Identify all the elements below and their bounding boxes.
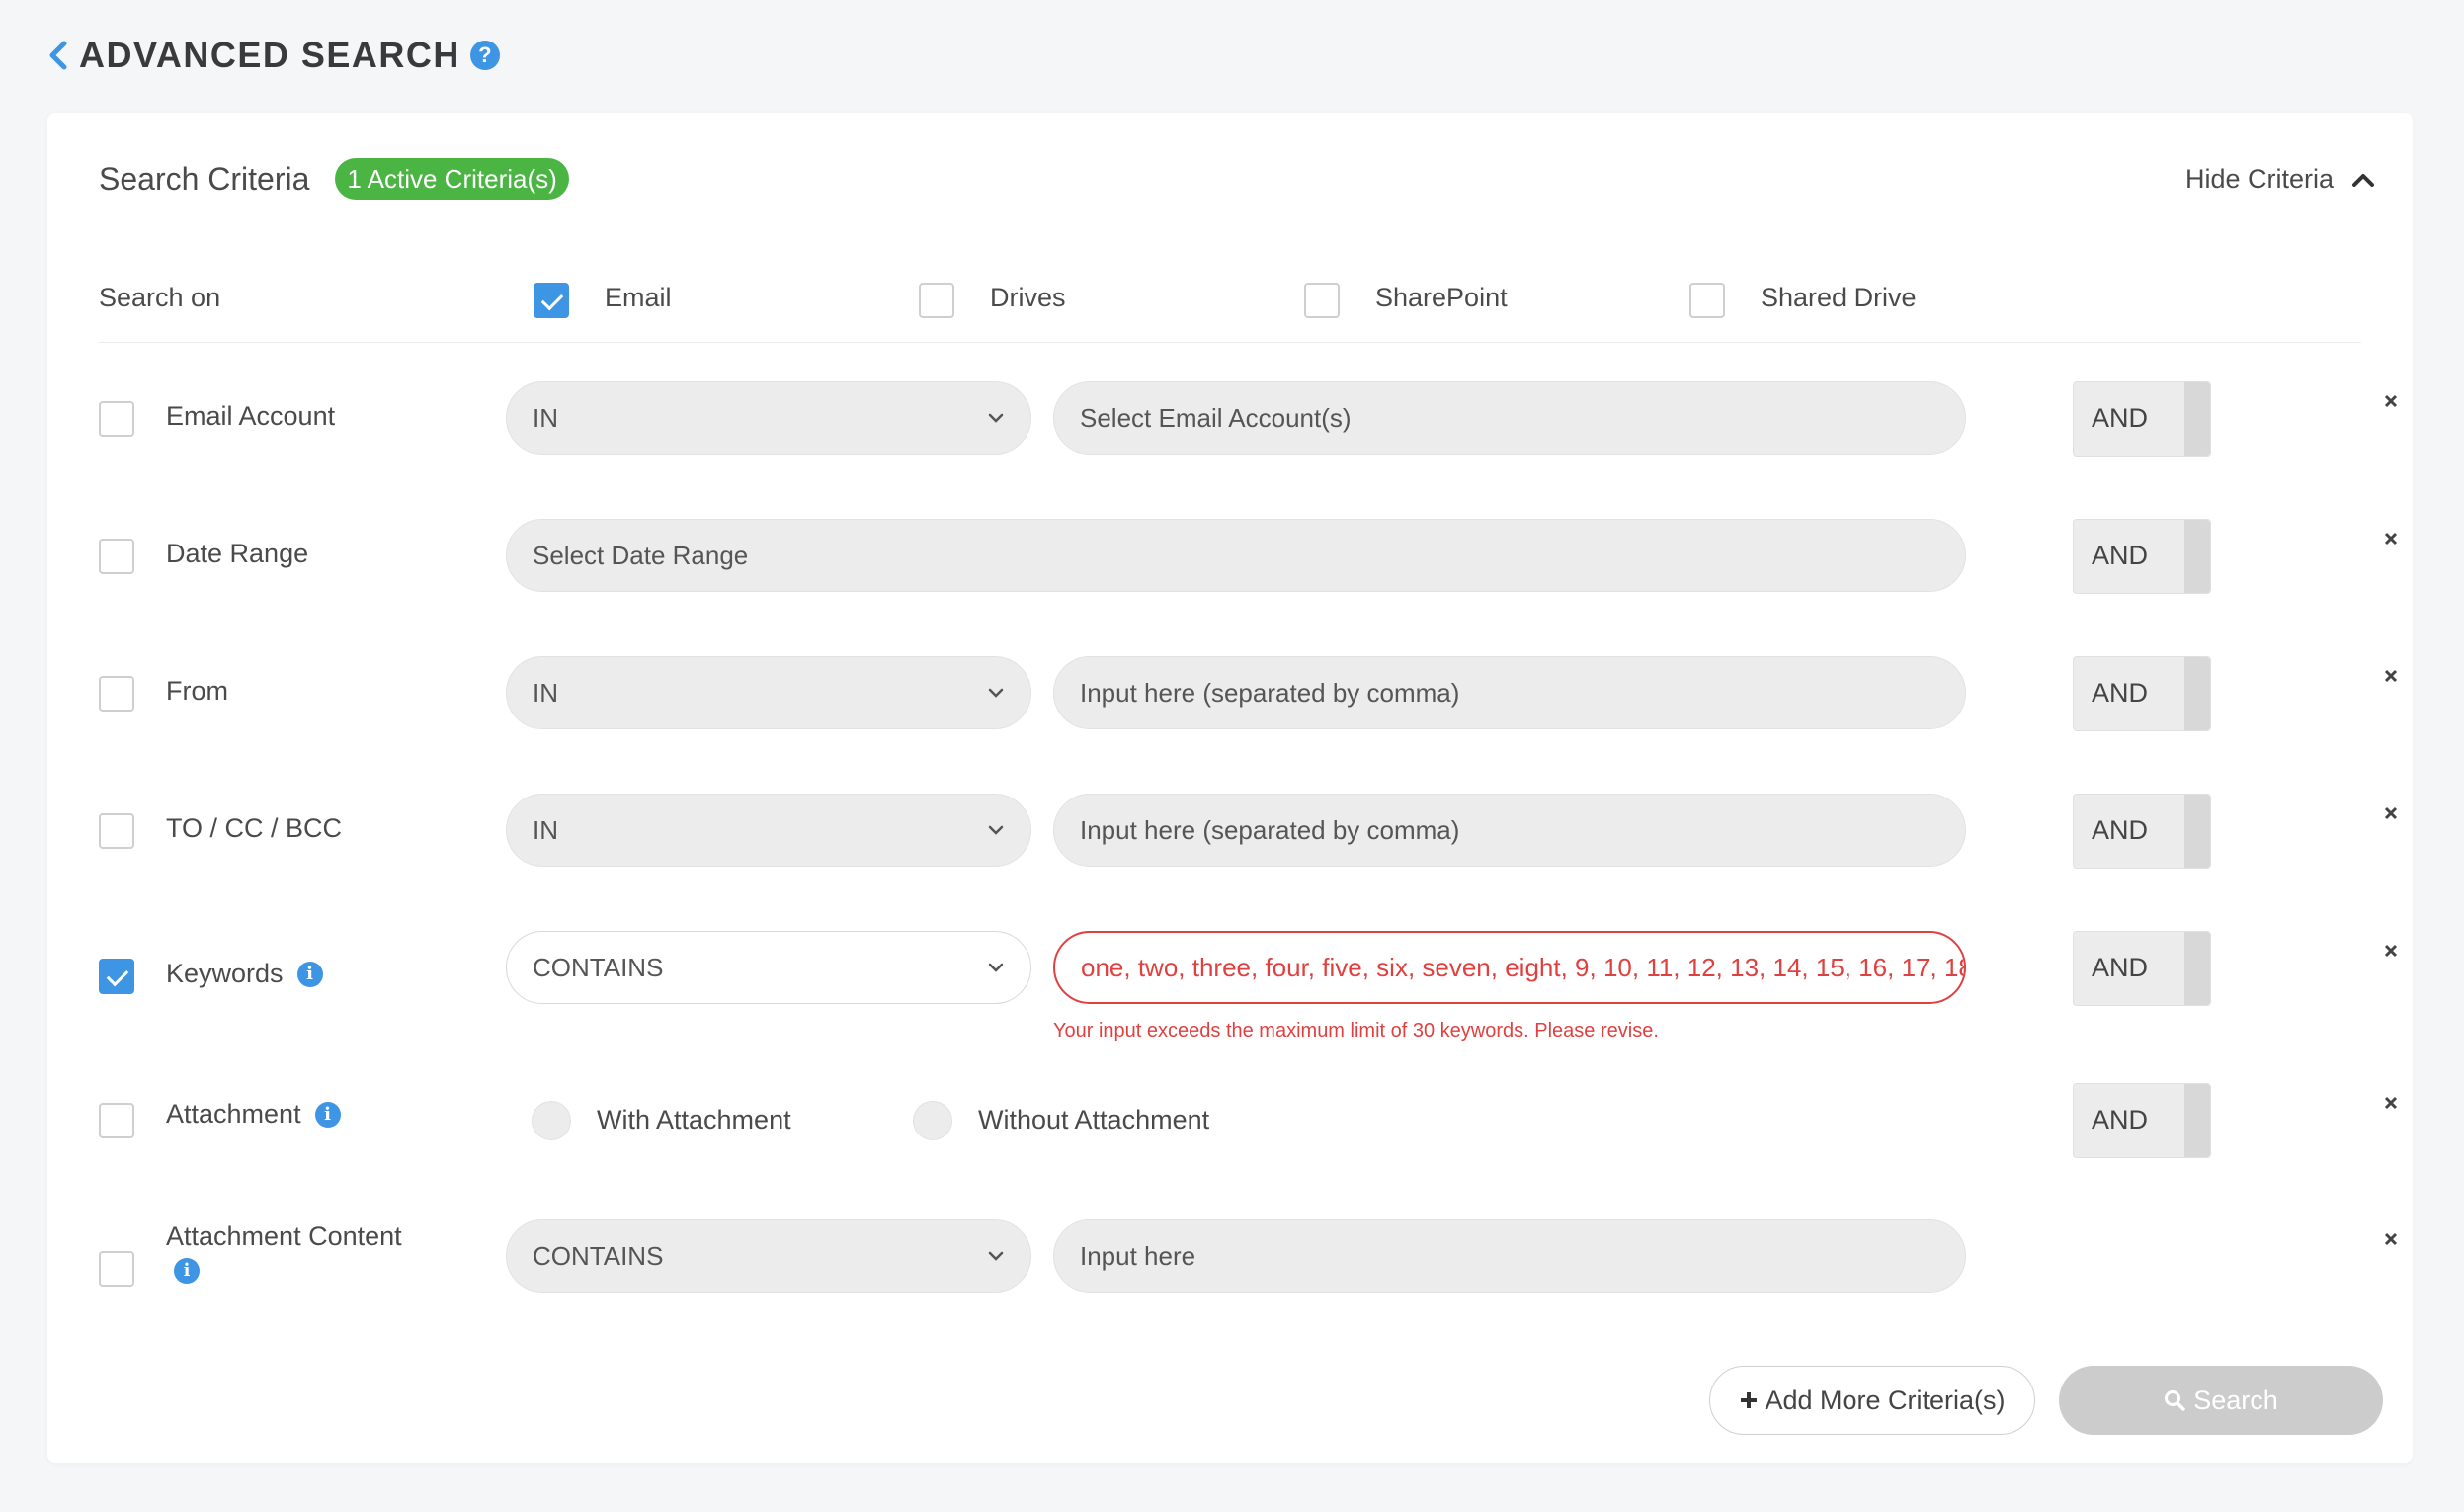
from-logic-toggle[interactable]: AND (2073, 656, 2211, 731)
date-range-logic-toggle[interactable]: AND (2073, 519, 2211, 594)
chevron-down-icon (988, 963, 1004, 972)
drives-option-label: Drives (990, 283, 1066, 312)
close-icon[interactable] (2371, 1083, 2411, 1123)
date-range-label: Date Range (166, 539, 309, 568)
keywords-logic-toggle[interactable]: AND (2073, 931, 2211, 1006)
criteria-row-attachment: Attachment i With Attachment Without Att… (99, 1083, 2413, 1158)
attachment-content-checkbox[interactable] (99, 1251, 134, 1287)
chevron-down-icon (988, 825, 1004, 835)
with-attachment-label: With Attachment (597, 1105, 791, 1134)
to-cc-bcc-input[interactable]: Input here (separated by comma) (1053, 794, 1966, 867)
close-icon[interactable] (2371, 381, 2411, 421)
criteria-row-email-account: Email Account IN Select Email Account(s)… (99, 381, 2413, 457)
info-icon[interactable]: i (174, 1257, 200, 1284)
hide-criteria-label: Hide Criteria (2184, 164, 2334, 194)
criteria-row-keywords: Keywords i CONTAINS one, two, three, fou… (99, 931, 2413, 1050)
active-criteria-badge: 1 Active Criteria(s) (335, 158, 569, 200)
search-icon (2165, 1390, 2185, 1411)
operator-value: IN (533, 402, 558, 433)
email-account-label: Email Account (166, 401, 336, 431)
criteria-row-date-range: Date Range Select Date Range AND (99, 519, 2413, 594)
logic-label: AND (2092, 541, 2149, 570)
logic-label: AND (2092, 1105, 2149, 1134)
close-icon[interactable] (2371, 519, 2411, 558)
criteria-row-attachment-content: Attachment Content i CONTAINS Input here (99, 1219, 2413, 1308)
operator-value: IN (533, 814, 558, 845)
card-title: Search Criteria (99, 160, 310, 197)
search-on-row: Search on Email Drives SharePoint Shared… (99, 263, 2361, 332)
info-icon[interactable]: i (296, 961, 323, 987)
with-attachment-radio[interactable] (532, 1101, 571, 1140)
email-account-logic-toggle[interactable]: AND (2073, 381, 2211, 457)
logic-label: AND (2092, 678, 2149, 708)
keywords-input[interactable]: one, two, three, four, five, six, seven,… (1053, 931, 1966, 1004)
shared-drive-checkbox[interactable] (1689, 283, 1725, 318)
to-cc-bcc-logic-toggle[interactable]: AND (2073, 794, 2211, 869)
from-label: From (166, 676, 228, 706)
without-attachment-label: Without Attachment (978, 1105, 1210, 1134)
add-more-criteria-button[interactable]: Add More Criteria(s) (1709, 1366, 2035, 1435)
keywords-checkbox[interactable] (99, 959, 134, 994)
criteria-row-to-cc-bcc: TO / CC / BCC IN Input here (separated b… (99, 794, 2413, 869)
add-more-label: Add More Criteria(s) (1765, 1385, 2006, 1415)
date-range-input[interactable]: Select Date Range (506, 519, 1966, 592)
attachment-content-input[interactable]: Input here (1053, 1219, 1966, 1293)
chevron-down-icon (988, 413, 1004, 423)
help-icon[interactable]: ? (469, 41, 500, 70)
shared-drive-option-label: Shared Drive (1761, 283, 1917, 312)
card-header: Search Criteria 1 Active Criteria(s) (99, 158, 569, 200)
from-input[interactable]: Input here (separated by comma) (1053, 656, 1966, 729)
operator-value: CONTAINS (533, 1240, 664, 1271)
chevron-down-icon (988, 688, 1004, 698)
logic-label: AND (2092, 403, 2149, 433)
sharepoint-checkbox[interactable] (1304, 283, 1340, 318)
search-on-label: Search on (99, 283, 221, 312)
plus-icon (1741, 1392, 1758, 1408)
keywords-operator-select[interactable]: CONTAINS (506, 931, 1031, 1004)
from-operator-select[interactable]: IN (506, 656, 1031, 729)
page-header: ADVANCED SEARCH ? (47, 34, 500, 77)
operator-value: IN (533, 677, 558, 708)
page-title: ADVANCED SEARCH (79, 35, 460, 75)
without-attachment-radio[interactable] (913, 1101, 952, 1140)
keywords-label: Keywords i (166, 959, 323, 989)
attachment-logic-toggle[interactable]: AND (2073, 1083, 2211, 1158)
info-icon[interactable]: i (314, 1101, 341, 1128)
divider (99, 342, 2361, 343)
operator-value: CONTAINS (533, 952, 664, 982)
drives-checkbox[interactable] (919, 283, 954, 318)
keywords-error-message: Your input exceeds the maximum limit of … (1053, 1020, 1659, 1042)
logic-label: AND (2092, 953, 2149, 982)
email-account-input[interactable]: Select Email Account(s) (1053, 381, 1966, 455)
chevron-down-icon (988, 1251, 1004, 1261)
hide-criteria-toggle[interactable]: Hide Criteria (2185, 164, 2375, 195)
email-option-label: Email (605, 283, 672, 312)
to-cc-bcc-checkbox[interactable] (99, 813, 134, 849)
search-button[interactable]: Search (2059, 1366, 2383, 1435)
to-cc-bcc-label: TO / CC / BCC (166, 813, 343, 843)
close-icon[interactable] (2371, 1219, 2411, 1259)
attachment-content-operator-select[interactable]: CONTAINS (506, 1219, 1031, 1293)
close-icon[interactable] (2371, 794, 2411, 833)
attachment-checkbox[interactable] (99, 1103, 134, 1138)
close-icon[interactable] (2371, 931, 2411, 970)
criteria-row-from: From IN Input here (separated by comma) … (99, 656, 2413, 731)
close-icon[interactable] (2371, 656, 2411, 696)
email-account-operator-select[interactable]: IN (506, 381, 1031, 455)
date-range-checkbox[interactable] (99, 539, 134, 574)
to-cc-bcc-operator-select[interactable]: IN (506, 794, 1031, 867)
search-criteria-card: Search Criteria 1 Active Criteria(s) Hid… (47, 113, 2413, 1463)
attachment-content-label: Attachment Content i (166, 1221, 402, 1284)
search-label: Search (2193, 1385, 2278, 1415)
sharepoint-option-label: SharePoint (1375, 283, 1508, 312)
email-account-checkbox[interactable] (99, 401, 134, 437)
attachment-label: Attachment i (166, 1099, 341, 1130)
back-chevron-icon[interactable] (47, 38, 75, 73)
from-checkbox[interactable] (99, 676, 134, 712)
logic-label: AND (2092, 815, 2149, 845)
chevron-up-icon (2352, 173, 2374, 187)
email-checkbox[interactable] (534, 283, 569, 318)
